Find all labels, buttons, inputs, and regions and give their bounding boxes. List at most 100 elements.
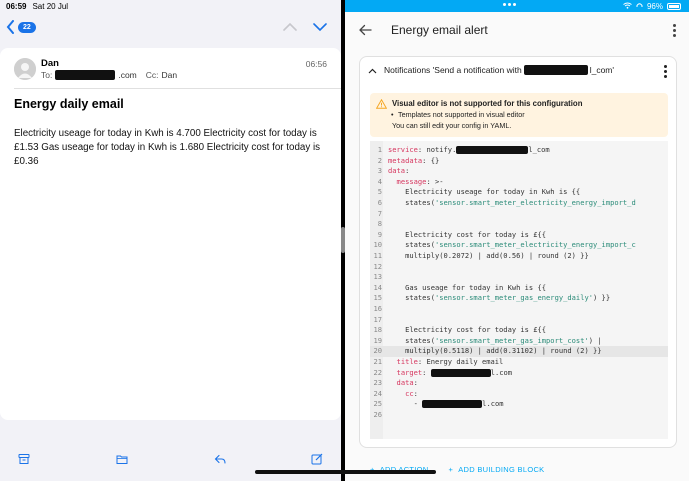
avatar <box>14 58 36 80</box>
code-line[interactable]: 7 <box>370 209 668 220</box>
line-number: 1 <box>370 145 382 156</box>
battery-percent: 96% <box>647 2 663 11</box>
chevron-up-icon[interactable] <box>283 22 297 32</box>
line-number: 5 <box>370 187 382 198</box>
line-number: 25 <box>370 399 382 410</box>
code-line[interactable]: 1service: notify.l_com <box>370 145 668 156</box>
status-time: 06:59 <box>6 2 26 10</box>
code-text: metadata: {} <box>388 156 439 167</box>
chevron-down-icon[interactable] <box>313 22 327 32</box>
yaml-editor[interactable]: 1service: notify.l_com2 metadata: {} 3 data… <box>370 141 668 439</box>
line-number: 15 <box>370 293 382 304</box>
redacted-recipient <box>55 70 115 80</box>
code-line[interactable]: 21 title: Energy daily email <box>370 357 668 368</box>
code-line[interactable]: 14 Gas useage for today in Kwh is {{ <box>370 283 668 294</box>
line-number: 2 <box>370 156 382 167</box>
mail-pane: 06:59 Sat 20 Jul 22 Dan To: .com Cc: <box>0 0 341 481</box>
line-number: 10 <box>370 240 382 251</box>
status-bar-left: 06:59 Sat 20 Jul <box>0 0 341 12</box>
mail-toolbar <box>0 440 341 470</box>
code-line[interactable]: 16 <box>370 304 668 315</box>
code-text-suffix: l.com <box>491 368 512 377</box>
email-subject: Energy daily email <box>14 97 124 111</box>
code-line[interactable]: 26 <box>370 410 668 421</box>
code-line[interactable]: 10 states('sensor.smart_meter_electricit… <box>370 240 668 251</box>
add-building-block-button[interactable]: + ADD BUILDING BLOCK <box>449 465 545 474</box>
code-line[interactable]: 9 Electricity cost for today is £{{ <box>370 230 668 241</box>
compose-icon[interactable] <box>311 452 323 464</box>
to-suffix: .com <box>118 70 136 80</box>
sender-name[interactable]: Dan <box>41 58 59 69</box>
mail-nav-bar: 22 <box>0 14 341 44</box>
code-line[interactable]: 12 <box>370 262 668 273</box>
code-line[interactable]: 2 metadata: {} <box>370 156 668 167</box>
line-number: 12 <box>370 262 382 273</box>
code-text: states('sensor.smart_meter_electricity_e… <box>388 240 636 251</box>
multitask-dots-icon[interactable] <box>503 3 521 8</box>
code-line[interactable]: 11 multiply(0.2072) | add(0.56) | round … <box>370 251 668 262</box>
line-number: 20 <box>370 346 382 357</box>
line-number: 16 <box>370 304 382 315</box>
home-indicator[interactable] <box>255 470 436 474</box>
add-building-block-label: ADD BUILDING BLOCK <box>458 465 544 474</box>
overflow-menu-icon[interactable] <box>671 24 677 38</box>
code-line[interactable]: 5 Electricity useage for today in Kwh is… <box>370 187 668 198</box>
code-line[interactable]: 17 <box>370 315 668 326</box>
unread-badge: 22 <box>18 22 36 33</box>
code-line[interactable]: 23 data: <box>370 378 668 389</box>
code-text: title: Energy daily email <box>388 357 503 368</box>
code-line[interactable]: 6 states('sensor.smart_meter_electricity… <box>370 198 668 209</box>
email-message: Dan To: .com Cc: Dan 06:56 Energy daily … <box>0 48 341 420</box>
line-number: 3 <box>370 166 382 177</box>
split-view: 06:59 Sat 20 Jul 22 Dan To: .com Cc: <box>0 0 689 481</box>
chevron-up-icon[interactable] <box>368 68 377 74</box>
code-text: target: l.com <box>388 368 512 379</box>
status-date: Sat 20 Jul <box>32 2 68 10</box>
line-number: 7 <box>370 209 382 220</box>
line-number: 19 <box>370 336 382 347</box>
code-line[interactable]: 4 message: >- <box>370 177 668 188</box>
cc-value[interactable]: Dan <box>162 70 178 80</box>
plus-icon: + <box>449 465 454 474</box>
code-text: message: >- <box>388 177 444 188</box>
cc-label: Cc: <box>146 70 159 80</box>
line-number: 13 <box>370 272 382 283</box>
code-line[interactable]: 25 - l.com <box>370 399 668 410</box>
email-body: Electricity useage for today in Kwh is 4… <box>14 127 326 169</box>
line-number: 4 <box>370 177 382 188</box>
code-line[interactable]: 8 <box>370 219 668 230</box>
code-line[interactable]: 20 multiply(0.5118) | add(0.31102) | rou… <box>370 346 668 357</box>
archive-icon[interactable] <box>18 452 30 464</box>
code-line[interactable]: 22 target: l.com <box>370 368 668 379</box>
line-number: 18 <box>370 325 382 336</box>
battery-icon <box>667 3 681 10</box>
redacted-text <box>422 400 482 408</box>
card-overflow-menu-icon[interactable] <box>662 65 668 79</box>
code-text: data: <box>388 166 409 177</box>
status-bar-right: 96% <box>345 0 689 12</box>
back-to-inbox-button[interactable]: 22 <box>6 20 36 34</box>
arrow-left-icon[interactable] <box>358 23 372 37</box>
code-line[interactable]: 3 data: <box>370 166 668 177</box>
line-number: 23 <box>370 378 382 389</box>
to-label: To: <box>41 70 52 80</box>
redacted-text <box>456 146 528 154</box>
code-line[interactable]: 18 Electricity cost for today is £{{ <box>370 325 668 336</box>
warning-item: Templates not supported in visual editor <box>398 110 525 119</box>
warning-note: You can still edit your config in YAML. <box>392 121 511 130</box>
recipient-line: To: .com Cc: Dan <box>41 70 177 80</box>
folder-icon[interactable] <box>116 452 128 464</box>
code-text: Electricity useage for today in Kwh is {… <box>388 187 580 198</box>
reply-icon[interactable] <box>214 452 226 464</box>
code-line[interactable]: 15 states('sensor.smart_meter_gas_energy… <box>370 293 668 304</box>
action-card-header[interactable]: Notifications 'Send a notification with … <box>360 57 678 87</box>
code-line[interactable]: 13 <box>370 272 668 283</box>
line-number: 8 <box>370 219 382 230</box>
code-line[interactable]: 19 states('sensor.smart_meter_gas_import… <box>370 336 668 347</box>
code-line[interactable]: 24 cc: <box>370 389 668 400</box>
line-number: 9 <box>370 230 382 241</box>
code-text: Electricity cost for today is £{{ <box>388 230 546 241</box>
line-number: 14 <box>370 283 382 294</box>
message-time: 06:56 <box>306 59 327 69</box>
code-text-suffix: l_com <box>528 145 549 154</box>
